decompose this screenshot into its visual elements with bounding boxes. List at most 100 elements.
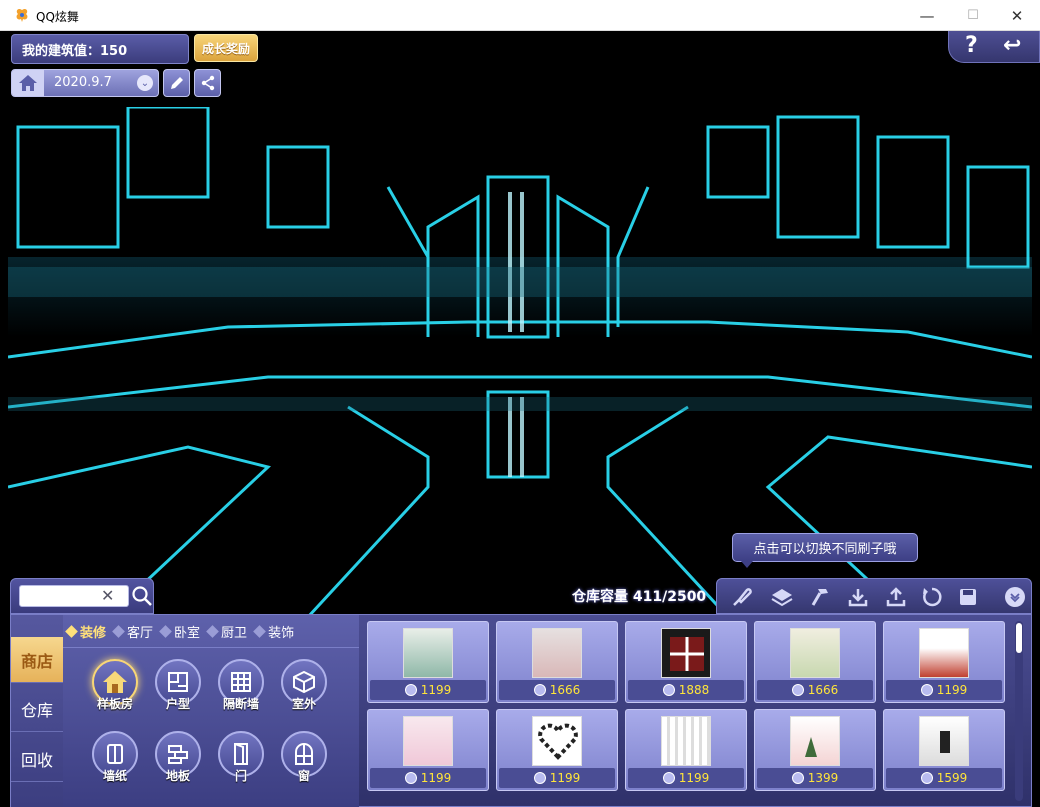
storage-capacity: 仓库容量 411/2500 xyxy=(572,589,707,605)
brush-tooltip: 点击可以切换不同刷子哦 xyxy=(732,533,918,568)
item-grid: 1199 1666 1888 1666 1199 1199 1199 1199 … xyxy=(365,621,1015,807)
price-bar: 1199 xyxy=(886,680,1002,700)
diamond-icon xyxy=(253,624,266,638)
item-thumbnail xyxy=(790,628,840,678)
item-thumbnail xyxy=(919,628,969,678)
close-button[interactable]: ✕ xyxy=(994,0,1040,31)
edit-button[interactable] xyxy=(163,69,190,97)
price-bar: 1199 xyxy=(499,768,615,788)
item-thumbnail xyxy=(661,628,711,678)
save-icon[interactable] xyxy=(955,584,981,610)
price-bar: 1666 xyxy=(499,680,615,700)
diamond-icon xyxy=(112,624,125,638)
subcategory-tabs: 装修 客厅 卧室 厨卫 装饰 xyxy=(63,615,359,648)
share-icon xyxy=(201,75,214,91)
shop-item[interactable]: 1399 xyxy=(754,709,876,791)
item-thumbnail xyxy=(532,716,582,766)
category-outdoor[interactable]: 室外 xyxy=(278,659,330,712)
search-icon[interactable] xyxy=(131,585,153,607)
coin-icon xyxy=(920,772,933,784)
coin-icon xyxy=(404,684,417,696)
item-scrollbar[interactable] xyxy=(1015,621,1023,801)
subcat-decoration[interactable]: 装饰 xyxy=(253,622,294,641)
category-floorplan[interactable]: 户型 xyxy=(152,659,204,712)
tab-recycle[interactable]: 回收 xyxy=(11,736,63,782)
coin-icon xyxy=(791,684,804,696)
item-thumbnail xyxy=(661,716,711,766)
coin-icon xyxy=(533,772,546,784)
tooltip-tail xyxy=(741,561,753,568)
price-bar: 1599 xyxy=(886,768,1002,788)
upload-icon[interactable] xyxy=(883,584,909,610)
category-partition-wall[interactable]: 隔断墙 xyxy=(215,659,267,712)
build-value-display: 我的建筑值：150 xyxy=(11,34,189,64)
shop-item[interactable]: 1199 xyxy=(367,621,489,703)
category-area: 装修 客厅 卧室 厨卫 装饰 样板房 户型 隔断墙 室外 墙纸 地板 门 窗 xyxy=(63,615,359,807)
subcat-kitchen-bath[interactable]: 厨卫 xyxy=(206,622,247,641)
item-thumbnail xyxy=(790,716,840,766)
diamond-icon xyxy=(159,624,172,638)
growth-reward-button[interactable]: 成长奖励 xyxy=(194,34,258,62)
collapse-panel-button[interactable] xyxy=(1005,587,1025,607)
tab-shop[interactable]: 商店 xyxy=(11,637,71,683)
window-titlebar: QQ炫舞 — ☐ ✕ xyxy=(0,0,1040,31)
category-window[interactable]: 窗 xyxy=(278,731,330,784)
shop-item[interactable]: 1666 xyxy=(496,621,618,703)
help-button[interactable]: ? xyxy=(965,33,978,58)
coin-icon xyxy=(662,772,675,784)
coin-icon xyxy=(533,684,546,696)
subcat-living-room[interactable]: 客厅 xyxy=(112,622,153,641)
hammer-icon[interactable] xyxy=(807,584,833,610)
date-selector[interactable]: 2020.9.7 ⌄ xyxy=(11,69,159,97)
share-button[interactable] xyxy=(194,69,221,97)
item-thumbnail xyxy=(919,716,969,766)
shop-item[interactable]: 1599 xyxy=(883,709,1005,791)
price-bar: 1399 xyxy=(757,768,873,788)
shop-item[interactable]: 1666 xyxy=(754,621,876,703)
category-model-room[interactable]: 样板房 xyxy=(89,659,141,712)
rotate-icon[interactable] xyxy=(919,584,945,610)
price-bar: 1199 xyxy=(628,768,744,788)
shop-item[interactable]: 1199 xyxy=(496,709,618,791)
build-value-text: 我的建筑值：150 xyxy=(22,43,128,59)
category-wallpaper[interactable]: 墙纸 xyxy=(89,731,141,784)
coin-icon xyxy=(920,684,933,696)
price-bar: 1888 xyxy=(628,680,744,700)
home-button[interactable] xyxy=(12,70,44,96)
coin-icon xyxy=(662,684,675,696)
coin-icon xyxy=(404,772,417,784)
item-thumbnail xyxy=(403,716,453,766)
tool-bar xyxy=(716,578,1032,614)
layers-icon[interactable] xyxy=(769,584,795,610)
shop-item[interactable]: 1199 xyxy=(883,621,1005,703)
chevron-down-icon xyxy=(1010,593,1020,603)
search-bar: ✕ xyxy=(10,578,154,614)
pencil-icon xyxy=(170,77,183,89)
back-button[interactable]: ↩ xyxy=(1003,33,1021,58)
category-floor[interactable]: 地板 xyxy=(152,731,204,784)
shop-item[interactable]: 1199 xyxy=(625,709,747,791)
item-thumbnail xyxy=(532,628,582,678)
game-area: 我的建筑值：150 成长奖励 2020.9.7 ⌄ ? ↩ 点击可以切换不同刷子… xyxy=(0,31,1040,807)
brush-icon[interactable] xyxy=(729,584,755,610)
home-icon xyxy=(19,75,37,91)
shop-item[interactable]: 1888 xyxy=(625,621,747,703)
item-thumbnail xyxy=(403,628,453,678)
download-icon[interactable] xyxy=(845,584,871,610)
subcat-bedroom[interactable]: 卧室 xyxy=(159,622,200,641)
app-logo-icon xyxy=(16,8,28,22)
window-title: QQ炫舞 xyxy=(36,10,79,24)
diamond-icon xyxy=(206,624,219,638)
maximize-button[interactable]: ☐ xyxy=(950,0,996,31)
minimize-button[interactable]: — xyxy=(904,0,950,31)
shop-panel: 商店 仓库 回收 装修 客厅 卧室 厨卫 装饰 样板房 户型 隔断墙 室外 墙纸… xyxy=(10,614,1032,807)
clear-search-icon[interactable]: ✕ xyxy=(101,586,114,605)
coin-icon xyxy=(791,772,804,784)
tab-warehouse[interactable]: 仓库 xyxy=(11,686,63,732)
subcat-renovation[interactable]: 装修 xyxy=(65,622,106,641)
side-tabs: 商店 仓库 回收 xyxy=(11,615,71,807)
shop-item[interactable]: 1199 xyxy=(367,709,489,791)
chevron-down-icon[interactable]: ⌄ xyxy=(137,75,153,91)
category-door[interactable]: 门 xyxy=(215,731,267,784)
scrollbar-thumb[interactable] xyxy=(1016,623,1022,653)
